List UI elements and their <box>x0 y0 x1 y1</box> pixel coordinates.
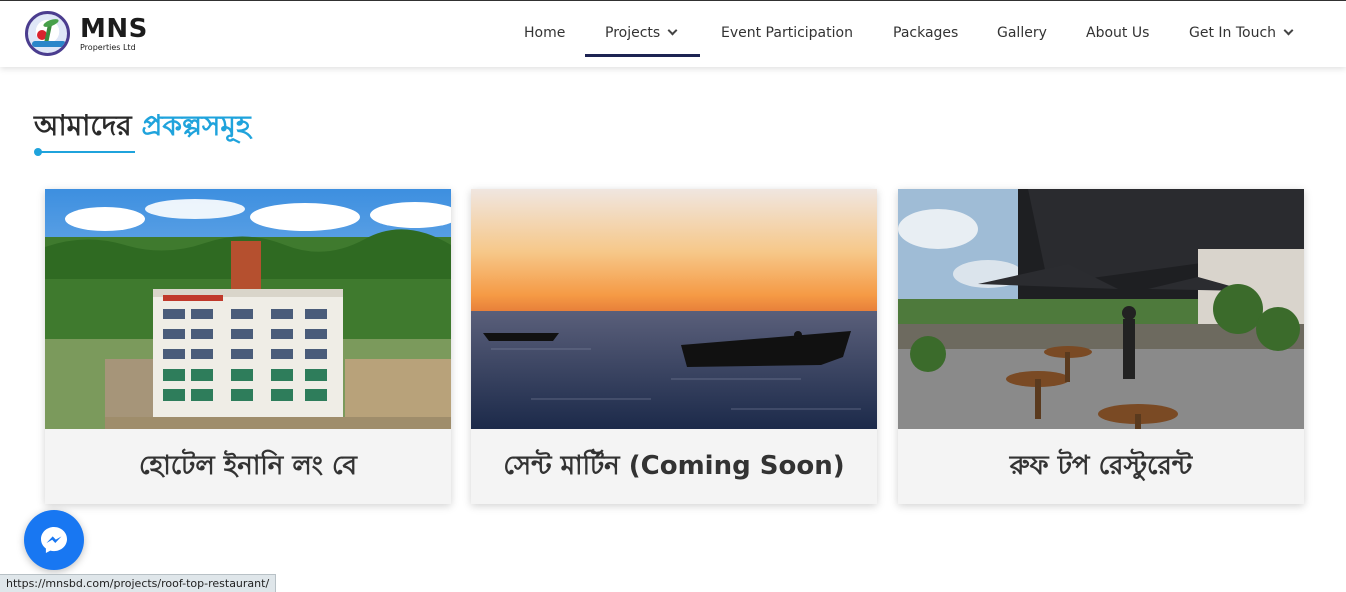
section-title: আমাদের প্রকল্পসমূহ <box>34 104 251 151</box>
project-card-roof-top-restaurant[interactable]: রুফ টপ রেস্টুরেন্ট <box>898 189 1304 504</box>
nav-gallery[interactable]: Gallery <box>997 1 1047 67</box>
section-title-part1: আমাদের <box>34 109 132 142</box>
logo-text: MNS Properties Ltd <box>80 16 148 52</box>
messenger-icon <box>41 527 67 553</box>
project-card-saint-martin[interactable]: সেন্ট মার্টিন (Coming Soon) <box>471 189 877 504</box>
active-nav-indicator <box>585 54 700 57</box>
title-underline <box>38 151 135 153</box>
brand-logo[interactable]: MNS Properties Ltd <box>25 11 148 56</box>
browser-status-url: https://mnsbd.com/projects/roof-top-rest… <box>0 574 277 592</box>
nav-packages-label: Packages <box>893 25 959 41</box>
project-title-roof-top-restaurant[interactable]: রুফ টপ রেস্টুরেন্ট <box>898 429 1304 504</box>
nav-event-participation-label: Event Participation <box>721 25 853 41</box>
project-title-saint-martin[interactable]: সেন্ট মার্টিন (Coming Soon) <box>471 429 877 504</box>
nav-projects[interactable]: Projects <box>605 1 678 67</box>
brand-name: MNS <box>80 13 148 44</box>
nav-projects-label: Projects <box>605 25 661 41</box>
nav-home[interactable]: Home <box>524 1 565 67</box>
site-header: MNS Properties Ltd Home Projects Event P… <box>0 1 1346 67</box>
nav-event-participation[interactable]: Event Participation <box>721 1 853 67</box>
nav-get-in-touch[interactable]: Get In Touch <box>1189 1 1294 67</box>
project-image-saint-martin[interactable] <box>471 189 877 429</box>
project-image-roof-top-restaurant[interactable] <box>898 189 1304 429</box>
nav-gallery-label: Gallery <box>997 25 1047 41</box>
chevron-down-icon <box>1283 25 1294 36</box>
logo-emblem-icon <box>25 11 70 56</box>
project-card-hotel[interactable]: হোটেল ইনানি লং বে <box>45 189 451 504</box>
chevron-down-icon <box>667 25 678 36</box>
project-title-hotel[interactable]: হোটেল ইনানি লং বে <box>45 429 451 504</box>
nav-about-us-label: About Us <box>1086 25 1150 41</box>
nav-home-label: Home <box>524 25 566 41</box>
messenger-chat-button[interactable] <box>24 510 84 570</box>
brand-subtitle: Properties Ltd <box>80 42 136 52</box>
title-underline-dot <box>34 148 42 156</box>
section-title-part2: প্রকল্পসমূহ <box>141 109 251 142</box>
nav-get-in-touch-label: Get In Touch <box>1189 25 1277 41</box>
project-image-hotel[interactable] <box>45 189 451 429</box>
nav-packages[interactable]: Packages <box>893 1 958 67</box>
nav-about-us[interactable]: About Us <box>1086 1 1149 67</box>
